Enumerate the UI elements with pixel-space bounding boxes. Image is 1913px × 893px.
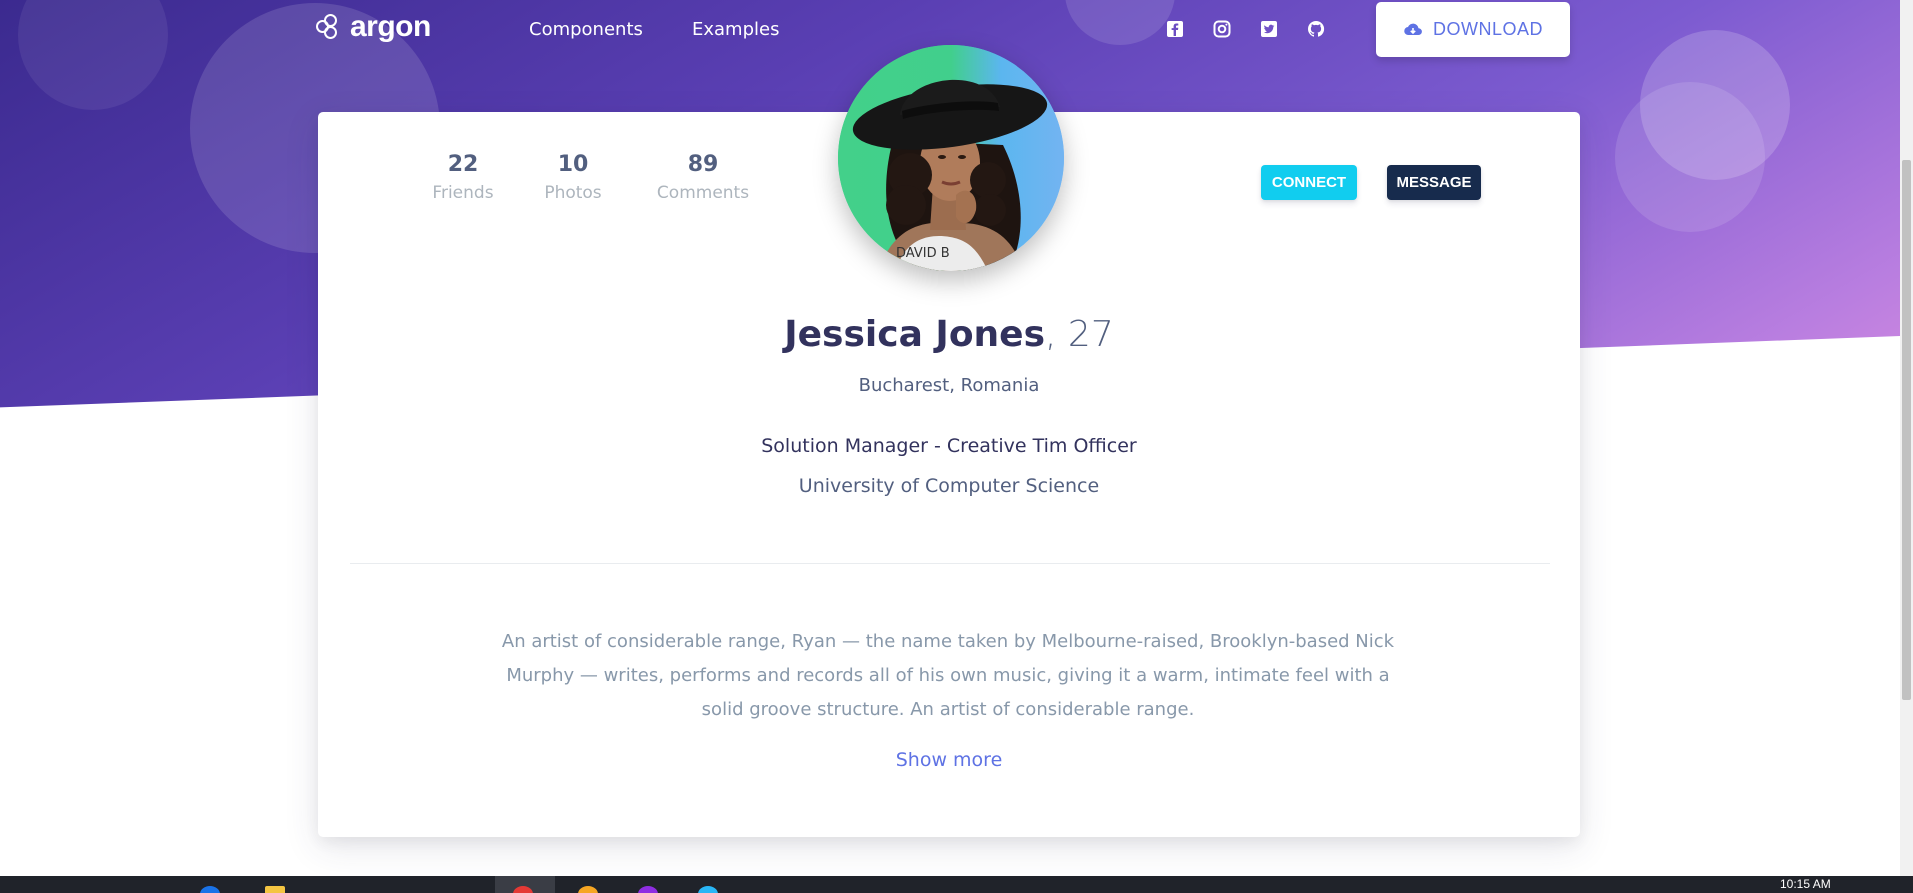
profile-location: Bucharest, Romania [858,375,1040,396]
profile-avatar[interactable]: DAVID B [838,45,1064,271]
profile-school: University of Computer Science [798,475,1100,497]
edge-browser-icon[interactable] [200,886,220,893]
profile-name-heading: Jessica Jones, 27 [318,314,1580,355]
download-button[interactable]: DOWNLOAD [1376,2,1570,57]
stat-value: 89 [687,152,719,177]
twitter-square-icon[interactable] [1259,19,1279,39]
app-icon[interactable] [578,886,598,893]
show-more-link[interactable]: Show more [318,749,1580,771]
scrollbar-thumb[interactable] [1902,160,1911,700]
brand-logo[interactable]: argon [316,10,431,44]
profile-job-title: Solution Manager - Creative Tim Officer [761,435,1137,457]
facebook-square-icon[interactable] [1165,19,1185,39]
app-icon[interactable] [638,886,658,893]
file-explorer-icon[interactable] [265,886,285,893]
message-button[interactable]: MESSAGE [1387,165,1481,200]
profile-card: 22 Friends 10 Photos 89 Comments DAVID B… [318,45,1580,837]
taskbar-clock[interactable]: 10:15 AM [1780,877,1831,891]
brand-name: argon [350,10,431,43]
instagram-icon[interactable] [1212,19,1232,39]
stat-value: 22 [447,152,479,177]
cloud-download-icon [1404,23,1422,35]
profile-age: , 27 [1045,314,1114,355]
stat-label: Comments [656,183,750,203]
github-icon[interactable] [1306,19,1326,39]
stat-comments: 89 Comments [653,152,753,203]
stat-friends: 22 Friends [428,152,498,203]
nav-link-components[interactable]: Components [529,19,643,40]
stat-photos: 10 Photos [538,152,608,203]
shirt-print: DAVID B [896,246,950,261]
os-taskbar: 10:15 AM [0,876,1913,893]
connect-button[interactable]: CONNECT [1261,165,1357,200]
stat-label: Photos [544,183,602,203]
argon-logo-icon [316,14,342,40]
profile-name: Jessica Jones [784,314,1046,355]
download-label: DOWNLOAD [1432,19,1543,39]
nav-link-examples[interactable]: Examples [692,19,779,40]
app-icon[interactable] [698,886,718,893]
stat-value: 10 [557,152,589,177]
decor-circle [1615,82,1765,232]
stat-label: Friends [432,183,494,203]
page-scrollbar[interactable] [1900,0,1913,876]
section-divider [350,563,1550,564]
profile-bio: An artist of considerable range, Ryan — … [501,631,1395,720]
